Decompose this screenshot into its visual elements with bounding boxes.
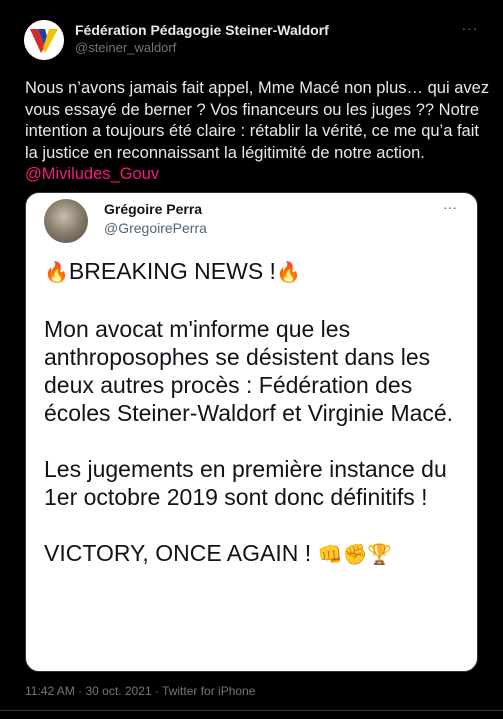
fire-icon: 🔥	[44, 262, 69, 284]
tweet-timestamp: 11:42 AM · 30 oct. 2021 · Twitter for iP…	[25, 684, 255, 698]
quoted-headline: 🔥BREAKING NEWS !🔥	[44, 257, 469, 287]
separator: ·	[78, 684, 83, 698]
quoted-closing: VICTORY, ONCE AGAIN ! 👊✊🏆	[44, 539, 469, 569]
mention-link[interactable]: @Miviludes_Gouv	[25, 165, 159, 183]
author-handle[interactable]: @steiner_waldorf	[75, 40, 176, 55]
author-name[interactable]: Fédération Pédagogie Steiner-Waldorf	[75, 22, 329, 38]
headline-text: BREAKING NEWS !	[68, 258, 276, 284]
fire-icon: 🔥	[275, 262, 301, 284]
trophy-icon: 🏆	[367, 544, 393, 566]
quoted-author-avatar[interactable]	[44, 199, 88, 243]
quoted-tweet[interactable]: Grégoire Perra @GregoirePerra ··· 🔥BREAK…	[25, 192, 478, 672]
tweet-text: Nous n’avons jamais fait appel, Mme Macé…	[25, 78, 495, 186]
quoted-author-name[interactable]: Grégoire Perra	[104, 201, 202, 217]
tweet: Fédération Pédagogie Steiner-Waldorf @st…	[0, 0, 503, 719]
separator: ·	[154, 684, 159, 698]
author-avatar[interactable]	[24, 20, 64, 60]
tweet-date[interactable]: 30 oct. 2021	[86, 684, 152, 698]
red-blue-yellow-v-logo-icon	[24, 20, 64, 60]
tweet-time[interactable]: 11:42 AM	[25, 684, 75, 698]
closing-text: VICTORY, ONCE AGAIN !	[44, 540, 312, 566]
raised-fist-icon: ✊	[342, 544, 368, 566]
quoted-paragraph: Mon avocat m'informe que les anthroposop…	[44, 316, 454, 426]
tweet-body: Nous n’avons jamais fait appel, Mme Macé…	[25, 79, 490, 162]
more-options-icon[interactable]: ···	[460, 20, 480, 36]
fist-icon: 👊	[317, 544, 343, 566]
quoted-tweet-text: 🔥BREAKING NEWS !🔥 Mon avocat m'informe q…	[44, 257, 469, 569]
divider	[0, 710, 503, 711]
tweet-source[interactable]: Twitter for iPhone	[162, 684, 255, 698]
quoted-more-options-icon[interactable]: ···	[440, 199, 460, 215]
quoted-paragraph: Les jugements en première instance du 1e…	[44, 456, 447, 510]
quoted-author-handle[interactable]: @GregoirePerra	[104, 220, 207, 236]
